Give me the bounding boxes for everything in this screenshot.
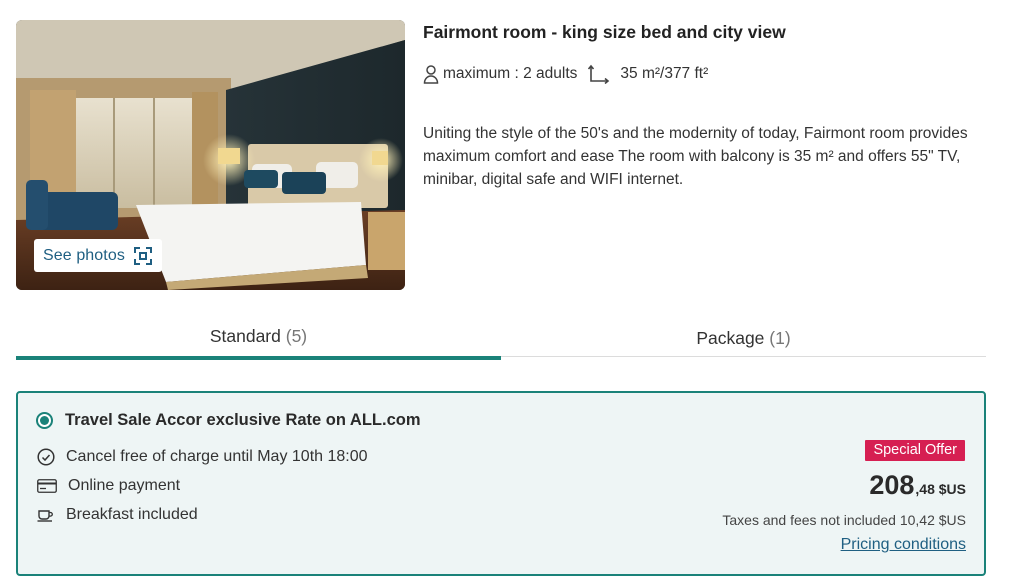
credit-card-icon: [37, 479, 57, 493]
clock-icon: [37, 448, 55, 466]
pricing-conditions-link[interactable]: Pricing conditions: [841, 536, 966, 554]
size-text: 35 m²/377 ft²: [620, 65, 709, 82]
person-icon: [423, 64, 439, 84]
coffee-cup-icon: [37, 510, 53, 522]
price-integer: 208: [869, 470, 915, 500]
perk-breakfast: Breakfast included: [37, 506, 198, 524]
capacity-text: maximum : 2 adults: [443, 65, 578, 82]
fullscreen-icon: [133, 246, 152, 265]
perk-payment: Online payment: [37, 477, 180, 495]
radio-selected-dot: [40, 416, 49, 425]
tab-standard[interactable]: Standard (5): [16, 318, 501, 360]
tab-standard-label: Standard: [209, 326, 281, 346]
rate-card[interactable]: Travel Sale Accor exclusive Rate on ALL.…: [16, 391, 986, 576]
room-description: Uniting the style of the 50's and the mo…: [423, 125, 968, 188]
room-title: Fairmont room - king size bed and city v…: [423, 22, 786, 42]
special-offer-badge: Special Offer: [865, 440, 965, 461]
active-tab-indicator: [16, 356, 501, 360]
see-photos-label: See photos: [43, 246, 125, 264]
tab-package-label: Package: [696, 328, 765, 348]
taxes-note: Taxes and fees not included 10,42 $US: [722, 512, 966, 528]
rate-tabs: Standard (5) Package (1): [16, 318, 986, 360]
size-spec: 35 m²/377 ft²: [588, 64, 708, 84]
rate-option[interactable]: Travel Sale Accor exclusive Rate on ALL.…: [36, 411, 421, 430]
perk-cancellation-label: Cancel free of charge until May 10th 18:…: [66, 448, 368, 465]
perk-breakfast-label: Breakfast included: [66, 506, 198, 523]
tab-package-count: (1): [769, 328, 791, 348]
tab-standard-count: (5): [285, 326, 308, 346]
price-decimal: ,48 $US: [915, 481, 966, 497]
perk-cancellation: Cancel free of charge until May 10th 18:…: [37, 448, 368, 466]
room-specs: maximum : 2 adults 35 m²/377 ft²: [423, 64, 708, 84]
see-photos-button[interactable]: See photos: [34, 239, 162, 272]
perk-payment-label: Online payment: [68, 477, 181, 494]
price: 208 ,48 $US: [869, 470, 966, 501]
capacity-spec: maximum : 2 adults: [423, 64, 578, 84]
rate-name: Travel Sale Accor exclusive Rate on ALL.…: [65, 411, 421, 429]
rate-radio-button[interactable]: [36, 412, 53, 429]
tab-package[interactable]: Package (1): [501, 318, 986, 360]
room-size-icon: [588, 64, 610, 84]
